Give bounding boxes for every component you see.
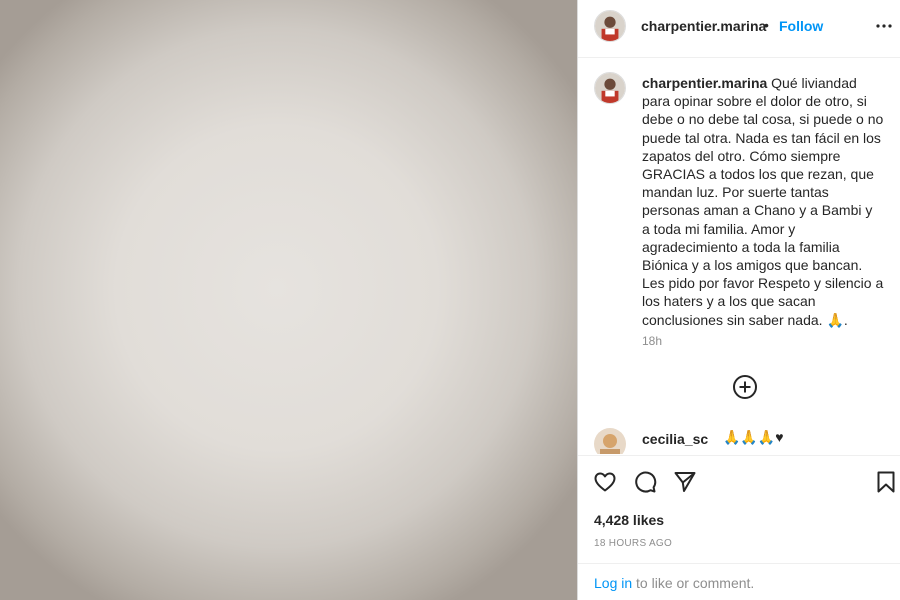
send-icon[interactable] [673, 470, 697, 494]
post-timestamp[interactable]: 18 HOURS AGO [594, 538, 672, 549]
caption-body: Qué liviandad para opinar sobre el dolor… [642, 75, 884, 328]
follow-button[interactable]: Follow [779, 18, 823, 34]
bookmark-icon[interactable] [874, 470, 898, 494]
divider [578, 563, 900, 564]
more-options-icon[interactable] [874, 16, 894, 36]
avatar[interactable] [594, 10, 626, 42]
heart-icon[interactable] [593, 470, 617, 494]
post-side-panel: charpentier.marina • Follow charpentier.… [578, 0, 900, 600]
divider [578, 455, 900, 456]
login-link[interactable]: Log in [594, 575, 632, 591]
separator-dot: • [764, 17, 769, 33]
login-prompt-text: to like or comment. [632, 575, 755, 591]
caption-avatar[interactable] [594, 72, 626, 104]
plus-circle-icon[interactable] [732, 374, 758, 400]
post-header: charpentier.marina • Follow [578, 0, 900, 54]
caption-username-link[interactable]: charpentier.marina [642, 75, 767, 91]
caption-timestamp[interactable]: 18h [642, 334, 662, 348]
post-image[interactable] [0, 0, 577, 600]
comment-icon[interactable] [633, 470, 657, 494]
divider [578, 57, 900, 58]
caption-text: charpentier.marina Qué liviandad para op… [642, 74, 884, 329]
comment-avatar[interactable] [594, 428, 626, 454]
login-prompt: Log in to like or comment. [594, 575, 754, 591]
header-username-link[interactable]: charpentier.marina [641, 18, 766, 34]
comment-item: cecilia_sc 🙏🙏🙏♥ [594, 428, 884, 454]
comment-username-link[interactable]: cecilia_sc [642, 431, 708, 447]
comment-text: 🙏🙏🙏♥ [723, 429, 784, 445]
likes-count[interactable]: 4,428 likes [594, 512, 664, 528]
